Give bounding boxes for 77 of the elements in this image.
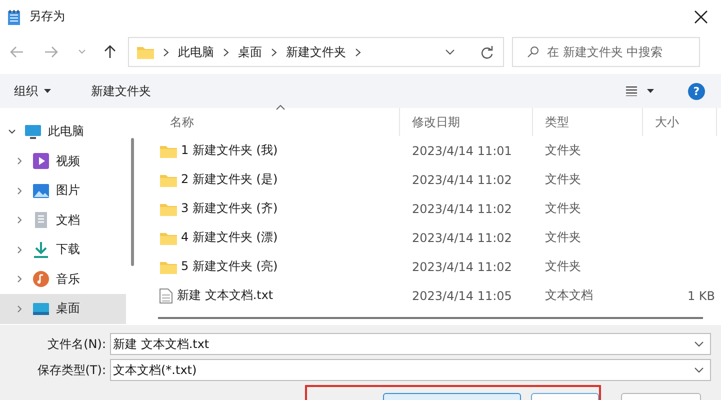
notepad-icon — [7, 8, 21, 24]
chevron-right-icon[interactable] — [16, 275, 24, 284]
document-icon — [32, 211, 50, 230]
type-cell-text: 文本文档 — [544, 287, 594, 304]
forward-arrow-icon[interactable] — [44, 46, 58, 58]
download-arrow-icon — [32, 240, 50, 259]
list-view-icon[interactable] — [626, 86, 654, 96]
type-cell-text: 文件夹 — [544, 229, 582, 246]
file-type-label: 保存类型(T): — [36, 362, 107, 378]
chevron-down-icon[interactable] — [445, 49, 455, 55]
chevron-right-icon — [271, 48, 277, 56]
chevron-down-icon — [694, 367, 704, 373]
sidebar-item[interactable]: 文档 — [0, 206, 126, 235]
type-cell-text: 文件夹 — [544, 258, 582, 275]
chevron-right-icon — [223, 48, 229, 56]
scrollbar-thumb[interactable] — [130, 138, 134, 266]
chevron-right-icon[interactable] — [16, 186, 24, 195]
help-button[interactable]: ? — [688, 82, 705, 100]
sidebar-item[interactable]: 桌面 — [0, 294, 126, 324]
sidebar-item[interactable]: 图片 — [0, 176, 126, 206]
file-type-dropdown[interactable]: 文本文档(*.txt) — [110, 359, 711, 381]
text-file-icon — [159, 288, 173, 304]
file-name-cell[interactable]: 3 新建文件夹 (齐) — [158, 200, 400, 217]
type-cell-text: 文件夹 — [544, 142, 582, 159]
date-cell-text: 2023/4/14 11:05 — [411, 288, 513, 302]
chevron-down-icon[interactable] — [8, 128, 16, 136]
back-arrow-icon[interactable] — [10, 46, 24, 58]
sort-caret-icon — [276, 105, 285, 110]
file-name-cell[interactable]: 2 新建文件夹 (是) — [158, 171, 400, 188]
film-icon — [32, 152, 50, 170]
chevron-right-icon — [355, 48, 361, 56]
sidebar-item[interactable]: 此电脑 — [0, 117, 126, 146]
column-header[interactable]: 大小 — [643, 108, 717, 136]
chevron-down-icon — [694, 341, 704, 347]
image-icon — [32, 182, 50, 200]
file-name-cell[interactable]: 4 新建文件夹 (漂) — [158, 229, 400, 246]
search-icon — [527, 46, 539, 58]
date-cell-text: 2023/4/14 11:01 — [411, 144, 513, 158]
date-cell-text: 2023/4/14 11:02 — [411, 230, 513, 244]
search-field[interactable]: 在 新建文件夹 中搜索 — [512, 37, 700, 67]
type-cell-text: 文件夹 — [544, 200, 582, 217]
monitor-icon — [24, 122, 42, 141]
scrollbar-thumb[interactable] — [158, 317, 703, 319]
column-header[interactable]: 类型 — [533, 108, 643, 136]
chevron-right-icon — [163, 48, 169, 56]
chevron-right-icon[interactable] — [16, 304, 24, 313]
sidebar-item[interactable]: 音乐 — [0, 264, 126, 294]
size-cell-text: 1 KB — [686, 288, 716, 302]
folder-icon — [136, 44, 154, 60]
breadcrumb-item[interactable]: 桌面 — [238, 44, 262, 60]
date-cell-text: 2023/4/14 11:02 — [411, 260, 513, 274]
date-cell-text: 2023/4/14 11:02 — [411, 172, 513, 186]
sidebar-item[interactable]: 下载 — [0, 235, 126, 264]
chevron-right-icon[interactable] — [16, 216, 24, 224]
file-name-cell[interactable]: 5 新建文件夹 (亮) — [158, 258, 400, 275]
up-arrow-icon[interactable] — [104, 45, 116, 59]
file-name-cell[interactable]: 1 新建文件夹 (我) — [158, 142, 400, 159]
address-bar[interactable]: 此电脑 桌面 新建文件夹 — [128, 37, 504, 67]
chevron-right-icon[interactable] — [16, 246, 24, 254]
window-title: 另存为 — [29, 8, 65, 25]
type-cell-text: 文件夹 — [544, 171, 582, 188]
sidebar-item[interactable]: 视频 — [0, 146, 126, 176]
file-name-field[interactable]: 新建 文本文档.txt — [110, 333, 711, 355]
column-header[interactable]: 修改日期 — [400, 108, 533, 136]
file-name-label: 文件名(N): — [46, 336, 107, 352]
refresh-icon[interactable] — [480, 46, 493, 58]
organize-menu-button[interactable]: 组织 — [6, 78, 59, 104]
caret-down-icon — [44, 89, 51, 93]
close-icon[interactable] — [694, 10, 708, 24]
column-header[interactable]: 名称 — [158, 108, 400, 136]
breadcrumb-item[interactable]: 新建文件夹 — [286, 44, 346, 60]
breadcrumb-item[interactable]: 此电脑 — [178, 44, 214, 60]
file-name-cell[interactable]: 新建 文本文档.txt — [158, 287, 400, 304]
new-folder-button[interactable]: 新建文件夹 — [83, 78, 159, 104]
date-cell-text: 2023/4/14 11:02 — [411, 202, 513, 216]
chevron-right-icon[interactable] — [16, 157, 24, 166]
music-note-icon — [32, 270, 50, 288]
